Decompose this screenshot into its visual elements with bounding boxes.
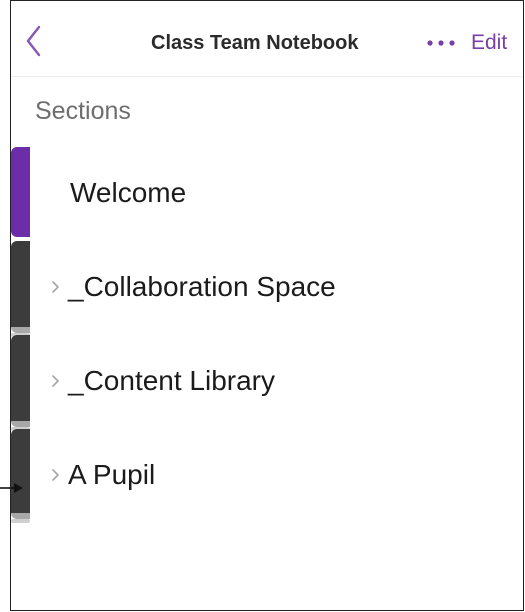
section-label: _Collaboration Space (68, 271, 336, 302)
section-group-content-library[interactable]: _Content Library (30, 335, 523, 427)
edit-button[interactable]: Edit (471, 31, 507, 55)
section-group-collaboration-space[interactable]: _Collaboration Space (30, 241, 523, 333)
section-group-tab-content-library (11, 335, 30, 431)
section-tab-welcome (11, 147, 30, 237)
section-label: _Content Library (68, 365, 276, 396)
chevron-left-icon (26, 25, 41, 57)
navigation-bar: Class Team Notebook Edit (11, 1, 523, 77)
more-options-button[interactable] (424, 33, 458, 53)
section-label: Welcome (70, 177, 187, 208)
chevron-right-icon[interactable] (50, 280, 60, 294)
pointer-arrow-icon (0, 480, 24, 496)
ellipsis-icon (427, 40, 455, 46)
back-button[interactable] (23, 23, 45, 59)
sections-heading: Sections (35, 97, 131, 125)
app-window: Class Team Notebook Edit Sections Welcom… (10, 0, 524, 611)
section-label: A Pupil (68, 459, 156, 490)
chevron-right-icon[interactable] (50, 374, 60, 388)
section-group-a-pupil[interactable]: A Pupil (30, 429, 523, 521)
section-group-tab-a-pupil (11, 429, 30, 523)
chevron-right-icon[interactable] (50, 468, 60, 482)
notebook-title: Class Team Notebook (151, 32, 359, 54)
section-group-tab-collaboration-space (11, 241, 30, 337)
section-item-welcome[interactable]: Welcome (30, 147, 523, 239)
